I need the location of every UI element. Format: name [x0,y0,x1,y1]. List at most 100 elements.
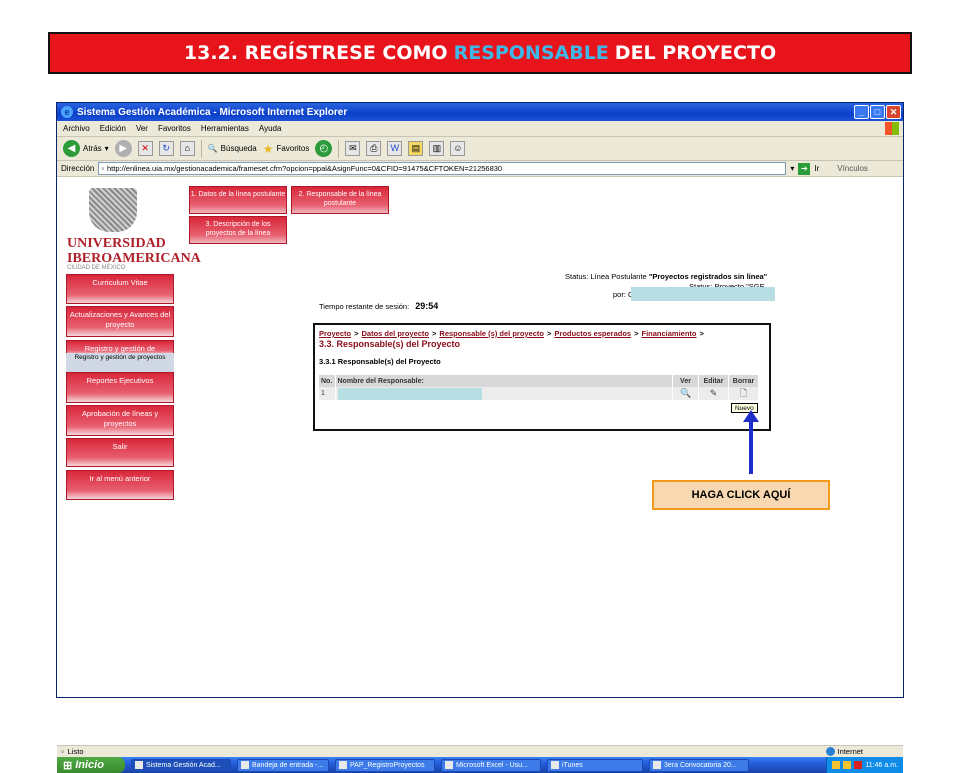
session-label: Tiempo restante de sesión: [319,302,410,311]
windows-taskbar: ⊞ Inicio Sistema Gestión Acad... Bandeja… [57,757,903,773]
toolbar-separator [200,139,202,158]
ie-task-icon [135,761,143,769]
col-borrar: Borrar [728,375,759,387]
research-button[interactable]: ▥ [429,141,445,156]
status-linea: Status: Línea Postulante "Proyectos regi… [565,272,767,281]
crumb-proyecto[interactable]: Proyecto [319,329,351,338]
sidebar-aprobacion[interactable]: Aprobación de líneas y proyectos [66,405,174,436]
task-convocatoria[interactable]: 3era Convocatoria 20... [649,758,749,772]
refresh-button[interactable]: ↻ [158,141,174,156]
address-label: Dirección [61,164,95,173]
sidebar-submenu-registro[interactable]: Registro y gestión de proyectos [66,353,174,372]
nav-responsable-linea[interactable]: 2. Responsable de la línea postulante [291,186,389,214]
menu-ver[interactable]: Ver [136,124,148,133]
logo-line-1: UNIVERSIDAD [67,236,166,251]
menu-herramientas[interactable]: Herramientas [201,124,249,133]
back-dropdown-icon[interactable]: ▾ [105,144,109,153]
task-sistema[interactable]: Sistema Gestión Acad... [131,758,231,772]
sidebar-salir[interactable]: Salir [66,438,174,467]
system-tray: 11:46 a.m. [826,757,903,773]
ie-logo-icon: e [61,106,73,118]
windows-logo-icon [885,122,899,135]
task-bandeja[interactable]: Bandeja de entrada -... [237,758,329,772]
windows-flag-icon: ⊞ [63,759,73,772]
panel-subtitle: 3.3.1 Responsable(s) del Proyecto [319,357,441,366]
print-button[interactable]: ⎙ [366,141,382,156]
sidebar-menu-anterior[interactable]: Ir al menú anterior [66,470,174,500]
start-label: Inicio [75,759,104,771]
minimize-button[interactable]: _ [854,105,869,119]
close-button[interactable]: ✕ [886,105,901,119]
task-excel[interactable]: Microsoft Excel - Usu... [441,758,541,772]
start-button[interactable]: ⊞ Inicio [57,757,125,773]
status-name-redacted [631,287,775,301]
click-here-callout: HAGA CLICK AQUÍ [652,480,830,510]
table-header-row: No. Nombre del Responsable: Ver Editar B… [319,375,759,387]
zone-label: Internet [837,747,863,756]
favorites-button[interactable]: ★ Favoritos [263,142,310,156]
menu-ayuda[interactable]: Ayuda [259,124,282,133]
crumb-responsable[interactable]: Responsable (s) del proyecto [439,329,544,338]
go-label[interactable]: Ir [814,164,819,173]
search-icon: 🔍 [207,144,218,153]
session-timer: Tiempo restante de sesión: 29:54 [319,301,438,311]
tray-icon[interactable] [843,761,852,769]
sidebar-actualizaciones[interactable]: Actualizaciones y Avances del proyecto [66,306,174,337]
new-document-icon[interactable]: 🗋 [738,388,749,399]
window-title: Sistema Gestión Académica - Microsoft In… [77,106,348,118]
sidebar-reportes[interactable]: Reportes Ejecutivos [66,372,174,403]
responsables-table: No. Nombre del Responsable: Ver Editar B… [319,375,759,400]
responsables-panel: Proyecto > Datos del proyecto > Responsable … [313,323,771,431]
toolbar-separator [338,139,340,158]
messenger-button[interactable]: ☺ [450,141,466,156]
task-itunes[interactable]: iTunes [547,758,643,772]
nav-descripcion-proyectos[interactable]: 3. Descripción de los proyectos de la lí… [189,216,287,244]
word-icon [653,761,661,769]
menu-archivo[interactable]: Archivo [63,124,90,133]
task-pap[interactable]: PAP_RegistroProyectos [335,758,435,772]
back-button[interactable]: ◀ Atrás ▾ [63,140,109,157]
session-time: 29:54 [415,301,439,311]
view-icon[interactable]: 🔍 [680,388,691,399]
menu-favoritos[interactable]: Favoritos [158,124,191,133]
mail-button[interactable]: ✉ [345,141,361,156]
back-arrow-icon: ◀ [63,140,80,157]
address-input[interactable]: ▫ http://enlinea.uia.mx/gestionacademica… [98,162,787,175]
crumb-datos[interactable]: Datos del proyecto [362,329,430,338]
nav-datos-linea[interactable]: 1. Datos de la línea postulante [189,186,287,214]
task-label: Microsoft Excel - Usu... [456,761,528,769]
crumb-productos[interactable]: Productos esperados [554,329,631,338]
word-edit-button[interactable]: W [387,141,403,156]
menu-bar: Archivo Edición Ver Favoritos Herramient… [57,121,903,137]
crumb-financiamiento[interactable]: Financiamiento [642,329,697,338]
logo-line-2: IBEROAMERICANA [67,251,201,266]
tray-icon[interactable] [832,761,841,769]
window-titlebar: e Sistema Gestión Académica - Microsoft … [57,103,903,121]
go-icon[interactable]: ➔ [798,162,811,175]
university-crest-icon [89,188,137,232]
home-button[interactable]: ⌂ [179,141,195,156]
maximize-button[interactable]: □ [870,105,885,119]
internet-globe-icon [825,747,835,756]
links-label[interactable]: Vínculos [837,164,868,173]
row-ver-cell: 🔍 [672,387,699,400]
edit-icon[interactable]: ✎ [708,388,719,399]
favorites-label: Favoritos [276,144,310,153]
task-label: 3era Convocatoria 20... [664,761,737,769]
menu-edicion[interactable]: Edición [100,124,126,133]
powerpoint-icon [339,761,347,769]
breadcrumb: Proyecto > Datos del proyecto > Responsable … [319,329,704,338]
stop-button[interactable]: ✕ [137,141,153,156]
search-button[interactable]: 🔍 Búsqueda [208,144,257,153]
address-dropdown-icon[interactable]: ▾ [790,164,794,173]
sidebar-curriculum[interactable]: Curriculum Vitae [66,274,174,304]
history-button[interactable]: ◴ [315,140,333,157]
clock: 11:46 a.m. [865,761,898,769]
forward-button[interactable]: ▶ [114,140,132,157]
row-name-redacted [337,387,482,400]
discuss-button[interactable]: ▤ [408,141,424,156]
banner-highlight: RESPONSABLE [453,42,609,64]
star-icon: ★ [262,141,274,156]
task-label: Sistema Gestión Acad... [146,761,221,769]
mcafee-icon[interactable] [854,761,863,769]
